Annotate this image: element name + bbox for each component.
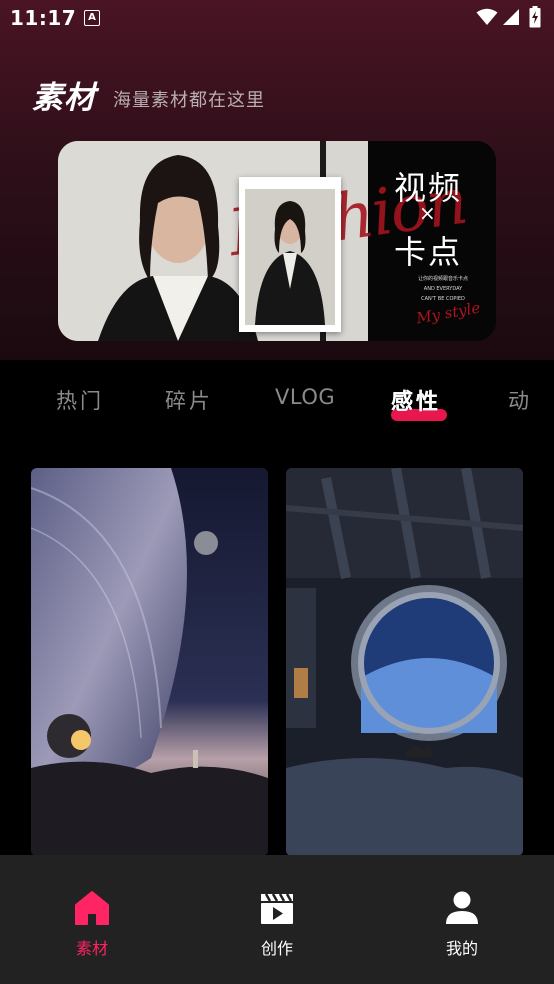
clapperboard-icon bbox=[261, 893, 293, 924]
nav-materials[interactable]: 素材 bbox=[32, 855, 152, 984]
nav-create-label: 创作 bbox=[260, 939, 293, 958]
status-time: 11:17 bbox=[10, 6, 77, 30]
banner-polaroid-image bbox=[245, 189, 335, 325]
banner-title-x: × bbox=[419, 201, 436, 225]
tab-fragments[interactable]: 碎片 bbox=[165, 385, 213, 415]
a-icon: A bbox=[84, 10, 100, 26]
tab-dynamic[interactable]: 动 bbox=[508, 385, 532, 415]
nav-profile[interactable]: 我的 bbox=[402, 855, 522, 984]
tab-hot[interactable]: 热门 bbox=[56, 385, 104, 415]
wifi-icon bbox=[476, 8, 498, 25]
battery-charging-icon bbox=[529, 6, 541, 28]
nav-materials-label: 素材 bbox=[75, 939, 108, 958]
spaceship-window-image bbox=[286, 468, 523, 856]
page-title: 素材 bbox=[32, 80, 96, 116]
planet-landscape-image bbox=[31, 468, 268, 856]
banner-title-line2: 卡点 bbox=[394, 233, 463, 271]
tab-vlog[interactable]: VLOG bbox=[275, 385, 335, 409]
category-tabs: 热门 碎片 VLOG 感性 动 bbox=[0, 385, 554, 435]
banner-polaroid bbox=[239, 177, 341, 332]
home-icon bbox=[75, 891, 109, 925]
status-bar: 11:17 A bbox=[0, 0, 554, 36]
signal-icon bbox=[503, 9, 519, 25]
bottom-navigation: 素材 创作 我的 bbox=[0, 855, 554, 984]
nav-create[interactable]: 创作 bbox=[217, 855, 337, 984]
page-subtitle: 海量素材都在这里 bbox=[113, 90, 265, 111]
tab-emotional-label: 感性 bbox=[391, 390, 442, 415]
user-icon bbox=[446, 891, 478, 924]
material-card[interactable] bbox=[286, 468, 523, 856]
nav-profile-label: 我的 bbox=[445, 939, 478, 958]
material-card[interactable] bbox=[31, 468, 268, 856]
promo-banner[interactable]: Fashion 视频 × 卡点 让你的视频跟音乐卡点 AND EVERYDAY … bbox=[58, 141, 496, 341]
